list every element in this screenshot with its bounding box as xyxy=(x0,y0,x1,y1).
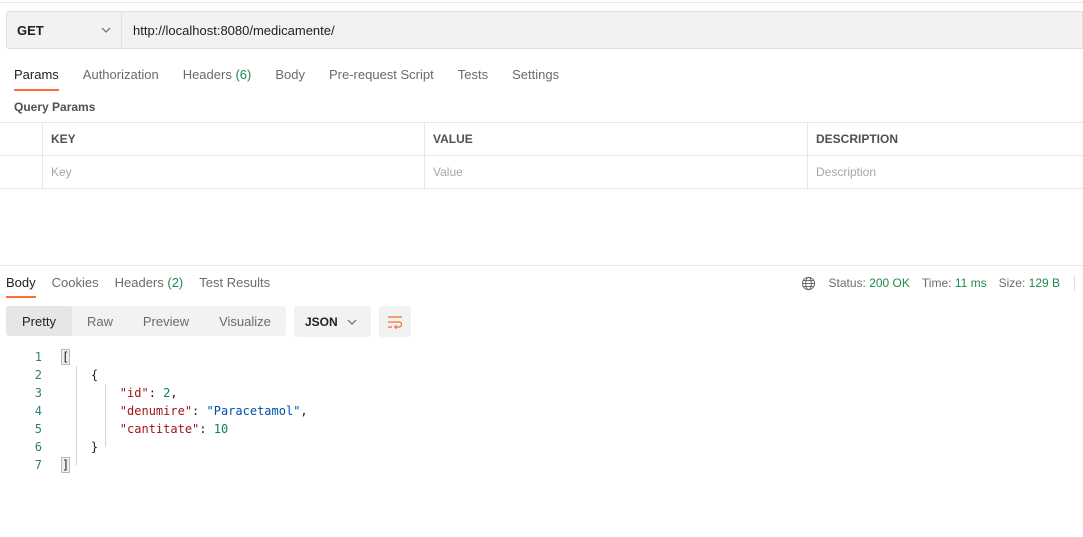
tab-params[interactable]: Params xyxy=(14,63,59,91)
brace-close: } xyxy=(90,440,99,454)
language-label: JSON xyxy=(305,314,338,329)
tab-pre-request-script[interactable]: Pre-request Script xyxy=(329,63,434,91)
code-text: "id": 2, xyxy=(119,386,178,400)
query-params-table: KEY VALUE DESCRIPTION Key Value Descript… xyxy=(0,122,1083,189)
tab-body-label: Body xyxy=(275,67,305,82)
description-input[interactable]: Description xyxy=(808,156,1083,188)
query-params-title: Query Params xyxy=(14,100,96,114)
json-key: "id" xyxy=(119,386,149,400)
tab-authorization-label: Authorization xyxy=(82,67,159,82)
bracket-open: [ xyxy=(60,349,71,365)
globe-icon[interactable] xyxy=(801,276,816,291)
pane-divider[interactable] xyxy=(0,265,1083,266)
code-text: } xyxy=(62,440,98,454)
bracket-close: ] xyxy=(60,457,71,473)
method-select[interactable]: GET xyxy=(7,12,122,48)
tab-headers[interactable]: Headers (6) xyxy=(183,63,252,91)
key-input[interactable]: Key xyxy=(43,156,425,188)
raw-button[interactable]: Raw xyxy=(72,306,128,336)
response-tabs: Body Cookies Headers (2) Test Results xyxy=(6,271,286,298)
status-label: Status: xyxy=(828,276,866,290)
line-number: 4 xyxy=(34,404,42,418)
code-text: { xyxy=(62,368,98,382)
status-value: 200 OK xyxy=(869,276,910,290)
json-value: 2 xyxy=(163,386,171,400)
size-value: 129 B xyxy=(1028,276,1060,290)
code-text: ] xyxy=(60,457,71,473)
code-line: 4 "denumire": "Paracetamol", xyxy=(0,402,308,420)
value-input[interactable]: Value xyxy=(425,156,808,188)
json-key: "cantitate" xyxy=(119,422,200,436)
response-headers-count: (2) xyxy=(167,275,184,290)
response-tab-cookies-label: Cookies xyxy=(51,275,99,290)
table-header-row: KEY VALUE DESCRIPTION xyxy=(0,123,1083,156)
tab-settings-label: Settings xyxy=(512,67,560,82)
size-label: Size: xyxy=(998,276,1026,290)
response-tab-headers-label: Headers xyxy=(114,275,164,290)
code-line: 2 { xyxy=(0,366,98,384)
line-number: 2 xyxy=(34,368,42,382)
response-status-area: Status: 200 OK Time: 11 ms Size: 129 B xyxy=(801,275,1075,291)
time-value: 11 ms xyxy=(954,276,987,290)
status-separator xyxy=(1074,275,1075,291)
line-number: 1 xyxy=(34,350,42,364)
code-line: 1 [ xyxy=(0,348,71,366)
code-text: "denumire": "Paracetamol", xyxy=(119,404,308,418)
response-tab-body-label: Body xyxy=(6,275,36,290)
method-label: GET xyxy=(17,22,44,38)
wrap-lines-button[interactable] xyxy=(379,306,411,337)
code-line: 6 } xyxy=(0,438,98,456)
description-column-header: DESCRIPTION xyxy=(816,132,899,146)
request-url-bar: GET http://localhost:8080/medicamente/ xyxy=(6,11,1083,49)
response-tab-test-results-label: Test Results xyxy=(199,275,271,290)
checkbox-column-header xyxy=(0,123,43,155)
response-tab-cookies[interactable]: Cookies xyxy=(52,271,99,298)
row-checkbox-cell xyxy=(0,156,43,188)
tab-params-label: Params xyxy=(14,67,59,82)
response-tab-test-results[interactable]: Test Results xyxy=(199,271,270,298)
line-number: 7 xyxy=(34,458,42,472)
json-key: "denumire" xyxy=(119,404,193,418)
tab-body[interactable]: Body xyxy=(275,63,305,91)
tab-headers-label: Headers xyxy=(182,67,232,82)
tab-tests-label: Tests xyxy=(457,67,489,82)
key-column-header: KEY xyxy=(43,123,425,155)
tab-tests[interactable]: Tests xyxy=(458,63,488,91)
size-badge[interactable]: Size: 129 B xyxy=(999,276,1060,290)
tab-pre-request-script-label: Pre-request Script xyxy=(328,67,434,82)
headers-count: (6) xyxy=(235,67,252,82)
response-body-code[interactable]: 1 [ 2 { 3 "id": 2, 4 "denumire": "Parace… xyxy=(0,348,308,474)
chevron-down-icon xyxy=(101,27,111,33)
language-select[interactable]: JSON xyxy=(294,306,371,337)
time-label: Time: xyxy=(921,276,952,290)
line-number: 5 xyxy=(34,422,42,436)
brace-open: { xyxy=(90,368,99,382)
chevron-down-icon xyxy=(347,319,357,325)
url-input[interactable]: http://localhost:8080/medicamente/ xyxy=(122,23,335,38)
tab-authorization[interactable]: Authorization xyxy=(83,63,159,91)
code-line: 3 "id": 2, xyxy=(0,384,178,402)
line-number: 3 xyxy=(34,386,42,400)
response-tab-body[interactable]: Body xyxy=(6,271,36,298)
value-column-header: VALUE xyxy=(425,123,808,155)
top-border xyxy=(0,2,1083,3)
response-tab-headers[interactable]: Headers (2) xyxy=(115,271,184,298)
tab-settings[interactable]: Settings xyxy=(512,63,559,91)
table-row: Key Value Description xyxy=(0,156,1083,189)
visualize-button[interactable]: Visualize xyxy=(204,306,286,336)
status-badge[interactable]: Status: 200 OK xyxy=(829,276,910,290)
code-text: "cantitate": 10 xyxy=(119,422,229,436)
line-number: 6 xyxy=(34,440,42,454)
wrap-lines-icon xyxy=(388,315,403,329)
request-tabs: Params Authorization Headers (6) Body Pr… xyxy=(14,63,583,91)
json-value: "Paracetamol" xyxy=(206,404,301,418)
code-line: 7 ] xyxy=(0,456,71,474)
time-badge[interactable]: Time: 11 ms xyxy=(922,276,987,290)
pretty-button[interactable]: Pretty xyxy=(6,306,72,336)
code-text: [ xyxy=(60,349,71,365)
json-value: 10 xyxy=(213,422,229,436)
code-line: 5 "cantitate": 10 xyxy=(0,420,228,438)
view-mode-toolbar: Pretty Raw Preview Visualize xyxy=(6,306,286,336)
preview-button[interactable]: Preview xyxy=(128,306,204,336)
